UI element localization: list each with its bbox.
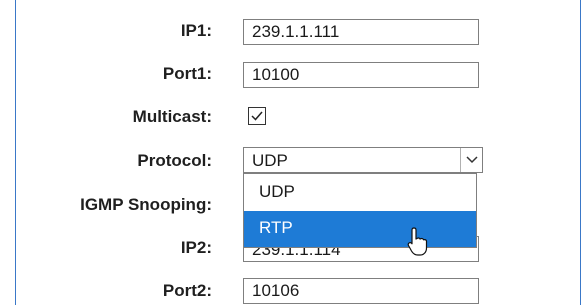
- igmp-snooping-label: IGMP Snooping:: [80, 195, 212, 214]
- port1-field[interactable]: 10100: [243, 62, 479, 88]
- protocol-dropdown-list: UDP RTP: [243, 173, 477, 248]
- mouse-pointer-icon: [407, 227, 428, 256]
- checkmark-icon: [251, 111, 263, 121]
- ip1-label: IP1:: [180, 21, 212, 40]
- protocol-option-rtp[interactable]: RTP: [244, 211, 476, 247]
- protocol-option-udp[interactable]: UDP: [244, 175, 476, 211]
- multicast-checkbox[interactable]: [248, 107, 266, 125]
- port2-field[interactable]: 10106: [243, 278, 479, 304]
- chevron-down-icon: [466, 156, 478, 164]
- protocol-dropdown-button[interactable]: [460, 148, 482, 172]
- protocol-select[interactable]: UDP: [243, 147, 483, 173]
- ip1-field[interactable]: 239.1.1.111: [243, 19, 479, 45]
- port1-label: Port1:: [162, 64, 212, 83]
- protocol-selected-value: UDP: [252, 151, 288, 170]
- ip2-label: IP2:: [180, 238, 212, 257]
- panel-border-right: [580, 0, 581, 305]
- multicast-label: Multicast:: [132, 107, 212, 126]
- port2-label: Port2:: [162, 281, 212, 300]
- protocol-label: Protocol:: [137, 151, 212, 170]
